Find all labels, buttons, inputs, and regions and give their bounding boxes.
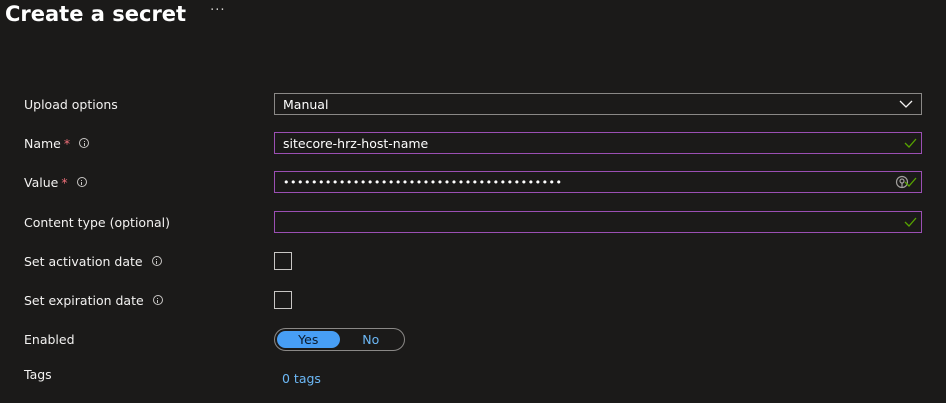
info-icon[interactable] [76, 177, 87, 187]
checkmark-icon [904, 177, 917, 187]
title-row: Create a secret ··· [5, 2, 226, 26]
expiration-date-control [274, 291, 292, 309]
expiration-date-label: Set expiration date [24, 292, 144, 308]
name-row: Name * sitecore-hrz-host-name [24, 131, 924, 155]
tags-row: Tags 0 tags [24, 366, 924, 390]
enabled-yes-option[interactable]: Yes [277, 330, 340, 348]
tags-label-cell: Tags [24, 367, 274, 382]
content-type-label-cell: Content type (optional) [24, 215, 274, 230]
enabled-control: Yes No [274, 327, 405, 351]
content-type-control [274, 211, 922, 233]
enabled-label: Enabled [24, 331, 75, 347]
activation-date-checkbox[interactable] [274, 252, 292, 270]
value-row: Value * ••••••••••••••••••••••••••••••••… [24, 170, 924, 194]
enabled-toggle[interactable]: Yes No [274, 327, 405, 351]
chevron-down-icon [899, 100, 913, 108]
name-label-cell: Name * [24, 136, 274, 151]
value-label-cell: Value * [24, 175, 274, 190]
name-input[interactable]: sitecore-hrz-host-name [274, 132, 922, 154]
upload-options-value: Manual [283, 96, 329, 112]
activation-date-row: Set activation date [24, 249, 924, 273]
content-type-input[interactable] [274, 211, 922, 233]
name-required-mark: * [63, 135, 71, 151]
info-icon[interactable] [79, 138, 90, 148]
expiration-date-label-cell: Set expiration date [24, 293, 274, 308]
checkmark-icon [904, 217, 917, 227]
value-masked-text: •••••••••••••••••••••••••••••••••••••••• [283, 175, 563, 189]
content-type-row: Content type (optional) [24, 210, 924, 234]
expiration-date-row: Set expiration date [24, 288, 924, 312]
upload-options-control: Manual [274, 93, 922, 115]
upload-options-row: Upload options Manual [24, 92, 924, 116]
value-control: •••••••••••••••••••••••••••••••••••••••• [274, 171, 922, 193]
name-control: sitecore-hrz-host-name [274, 132, 922, 154]
info-icon[interactable] [151, 256, 162, 266]
page-title: Create a secret [5, 2, 187, 26]
upload-options-label: Upload options [24, 96, 118, 112]
tags-link[interactable]: 0 tags [282, 371, 321, 386]
tags-control: 0 tags [274, 371, 321, 386]
value-input[interactable]: •••••••••••••••••••••••••••••••••••••••• [274, 171, 922, 193]
enabled-no-option[interactable]: No [340, 331, 403, 348]
checkmark-icon [904, 138, 917, 148]
upload-options-label-cell: Upload options [24, 97, 274, 112]
upload-options-select[interactable]: Manual [274, 93, 922, 115]
name-label: Name [24, 135, 61, 151]
name-input-value: sitecore-hrz-host-name [283, 135, 429, 151]
value-label: Value [24, 174, 59, 190]
activation-date-label: Set activation date [24, 253, 143, 269]
more-options-button[interactable]: ··· [210, 3, 225, 18]
activation-date-control [274, 252, 292, 270]
enabled-label-cell: Enabled [24, 332, 274, 347]
tags-label: Tags [24, 366, 52, 382]
value-required-mark: * [61, 174, 68, 190]
create-secret-page: Create a secret ··· Upload options Manua… [0, 0, 946, 403]
content-type-label: Content type (optional) [24, 214, 170, 230]
info-icon[interactable] [152, 295, 163, 305]
activation-date-label-cell: Set activation date [24, 254, 274, 269]
enabled-row: Enabled Yes No [24, 327, 924, 351]
expiration-date-checkbox[interactable] [274, 291, 292, 309]
